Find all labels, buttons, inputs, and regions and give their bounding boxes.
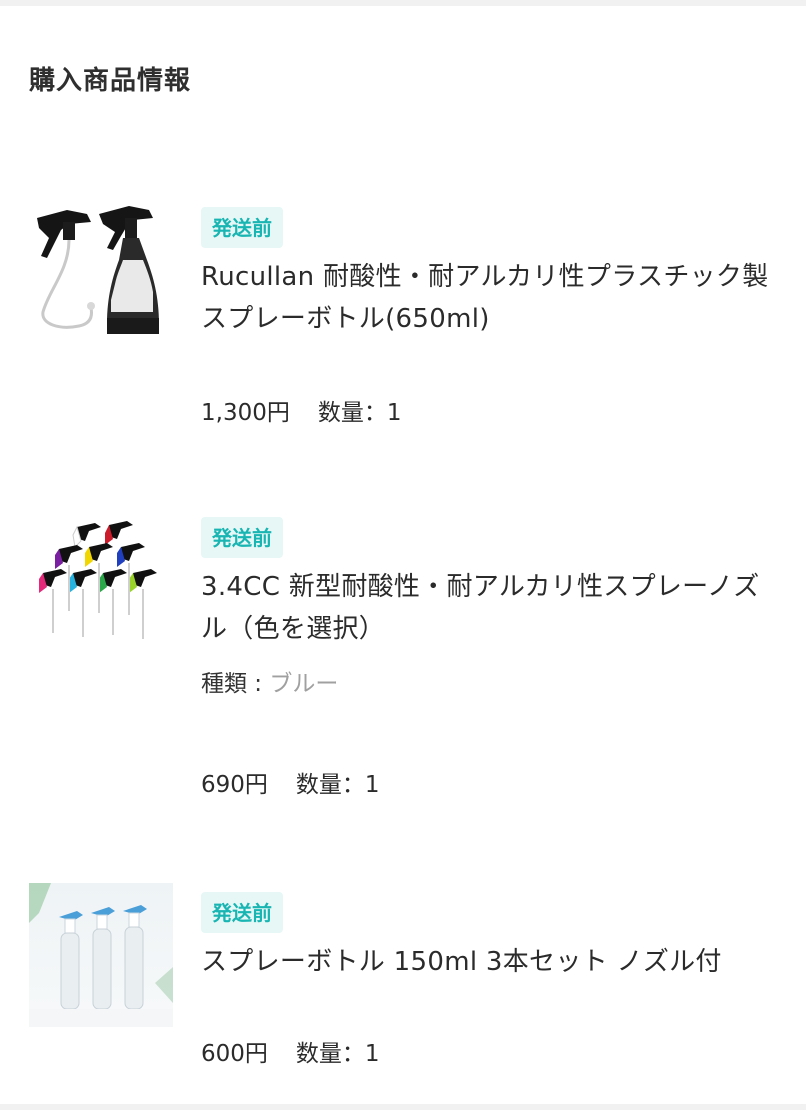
- price-quantity: 1,300円 数量：1: [201, 393, 402, 427]
- spray-nozzles-image: [29, 515, 173, 659]
- product-image[interactable]: [29, 200, 173, 344]
- status-badge: 発送前: [201, 207, 283, 248]
- price: 690円: [201, 772, 268, 798]
- spray-bottle-image: [29, 200, 173, 344]
- product-name[interactable]: Rucullan 耐酸性・耐アルカリ性プラスチック製スプレーボトル(650ml): [201, 256, 781, 340]
- product-image[interactable]: [29, 883, 173, 1027]
- price-quantity: 690円 数量：1: [201, 765, 380, 799]
- spray-bottle-set-image: [29, 883, 173, 1027]
- variant-value: ブルー: [269, 671, 339, 697]
- status-badge: 発送前: [201, 517, 283, 558]
- product-name[interactable]: 3.4CC 新型耐酸性・耐アルカリ性スプレーノズル（色を選択）: [201, 566, 781, 650]
- status-badge: 発送前: [201, 892, 283, 933]
- product-image[interactable]: [29, 515, 173, 659]
- price-quantity: 600円 数量：1: [201, 1034, 380, 1068]
- top-divider: [0, 0, 806, 6]
- section-title: 購入商品情報: [29, 66, 192, 96]
- quantity: 数量：1: [295, 772, 380, 798]
- variant-label: 種類 :: [201, 671, 270, 697]
- product-name[interactable]: スプレーボトル 150ml 3本セット ノズル付: [201, 941, 781, 983]
- quantity: 数量：1: [295, 1041, 380, 1067]
- product-variant: 種類 : ブルー: [201, 664, 781, 698]
- price: 1,300円: [201, 400, 290, 426]
- bottom-divider: [0, 1104, 806, 1110]
- price: 600円: [201, 1041, 268, 1067]
- quantity: 数量：1: [317, 400, 402, 426]
